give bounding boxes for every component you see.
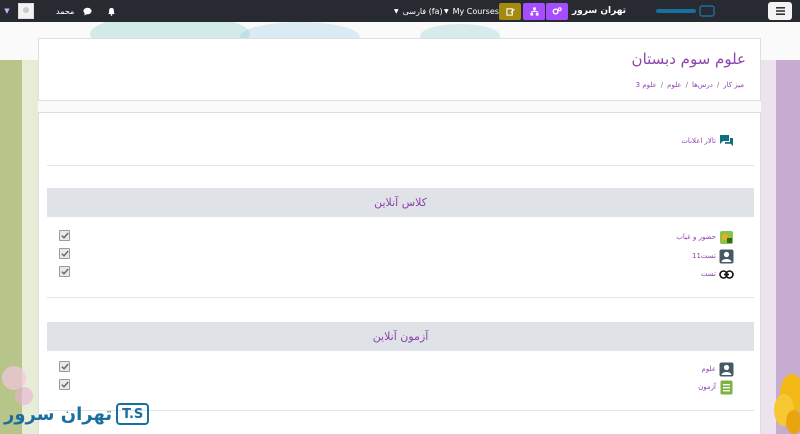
messages-icon[interactable] bbox=[82, 6, 92, 16]
user-name[interactable]: محمد bbox=[56, 7, 74, 16]
activity-label: تست11 bbox=[692, 252, 716, 260]
bigbluebutton-icon bbox=[718, 248, 734, 264]
list-item[interactable]: حضور و غیاب bbox=[676, 229, 734, 245]
hamburger-icon bbox=[775, 7, 785, 15]
breadcrumb-category[interactable]: علوم bbox=[667, 81, 681, 89]
section-title-online-exam: آزمون آنلاین bbox=[47, 322, 754, 351]
background-flower-decoration bbox=[774, 374, 800, 434]
divider bbox=[47, 410, 754, 411]
completion-checkbox[interactable] bbox=[59, 248, 70, 259]
my-courses-menu[interactable]: ▼ My Courses bbox=[444, 7, 499, 16]
breadcrumb-dashboard[interactable]: میز کار bbox=[723, 81, 744, 89]
edit-icon bbox=[505, 7, 515, 16]
my-courses-label: My Courses bbox=[452, 6, 499, 16]
site-name[interactable]: تهران سرور bbox=[572, 6, 626, 16]
list-item[interactable]: تست bbox=[701, 266, 734, 282]
activity-label: تست bbox=[700, 270, 716, 278]
top-navbar: ▼ محمد ▼ فارسی (fa) ▼ My Courses تهران سرو… bbox=[0, 0, 800, 22]
completion-checkbox[interactable] bbox=[59, 361, 70, 372]
quiz-icon bbox=[718, 379, 734, 395]
breadcrumb-separator: / bbox=[685, 81, 688, 89]
activity-label: حضور و غیاب bbox=[676, 233, 716, 241]
list-item[interactable]: تست11 bbox=[692, 248, 734, 264]
sitemap-icon bbox=[529, 6, 539, 16]
completion-checkbox[interactable] bbox=[59, 379, 70, 390]
forum-activity[interactable]: تالار اعلانات bbox=[681, 133, 734, 149]
completion-checkbox[interactable] bbox=[59, 266, 70, 277]
breadcrumb-course[interactable]: علوم 3 bbox=[636, 81, 657, 89]
list-item[interactable]: علوم bbox=[702, 361, 734, 377]
sitemap-button[interactable] bbox=[523, 2, 545, 20]
site-logo-icon[interactable] bbox=[656, 5, 716, 17]
url-link-icon bbox=[718, 266, 734, 282]
divider bbox=[47, 297, 754, 298]
edit-mode-button[interactable] bbox=[499, 2, 521, 20]
list-item[interactable]: آزمون bbox=[698, 379, 734, 395]
breadcrumb-courses[interactable]: درس‌ها bbox=[692, 81, 713, 89]
logo-mark: T.S bbox=[116, 403, 150, 425]
completion-checkbox[interactable] bbox=[59, 230, 70, 241]
forum-label: تالار اعلانات bbox=[681, 137, 716, 145]
language-label: فارسی (fa) bbox=[402, 6, 443, 16]
breadcrumb: میز کار / درس‌ها / علوم / علوم 3 bbox=[636, 81, 744, 89]
settings-button[interactable] bbox=[546, 2, 568, 20]
tehran-server-logo: تهران سرور T.S bbox=[4, 400, 150, 428]
user-menu-caret-icon[interactable]: ▼ bbox=[0, 0, 14, 22]
forum-icon bbox=[718, 133, 734, 149]
avatar[interactable] bbox=[18, 3, 34, 19]
activity-label: علوم bbox=[701, 365, 716, 373]
activity-label: آزمون bbox=[698, 383, 716, 391]
breadcrumb-separator: / bbox=[660, 81, 664, 89]
section-title-online-class: کلاس آنلاین bbox=[47, 188, 754, 217]
page-header-card: علوم سوم دبستان میز کار / درس‌ها / علوم … bbox=[38, 38, 761, 101]
language-menu[interactable]: ▼ فارسی (fa) bbox=[394, 7, 443, 16]
notification-bell-icon[interactable] bbox=[106, 6, 116, 16]
page-title: علوم سوم دبستان bbox=[631, 50, 746, 68]
attendance-icon bbox=[718, 229, 734, 245]
menu-toggle-button[interactable] bbox=[768, 2, 792, 20]
divider bbox=[47, 165, 754, 166]
breadcrumb-separator: / bbox=[716, 81, 720, 89]
bigbluebutton-icon bbox=[718, 361, 734, 377]
logo-text: تهران سرور bbox=[4, 403, 113, 425]
course-content-card: تالار اعلانات کلاس آنلاین حضور و غیاب تس… bbox=[38, 112, 761, 434]
gears-icon bbox=[552, 6, 562, 15]
